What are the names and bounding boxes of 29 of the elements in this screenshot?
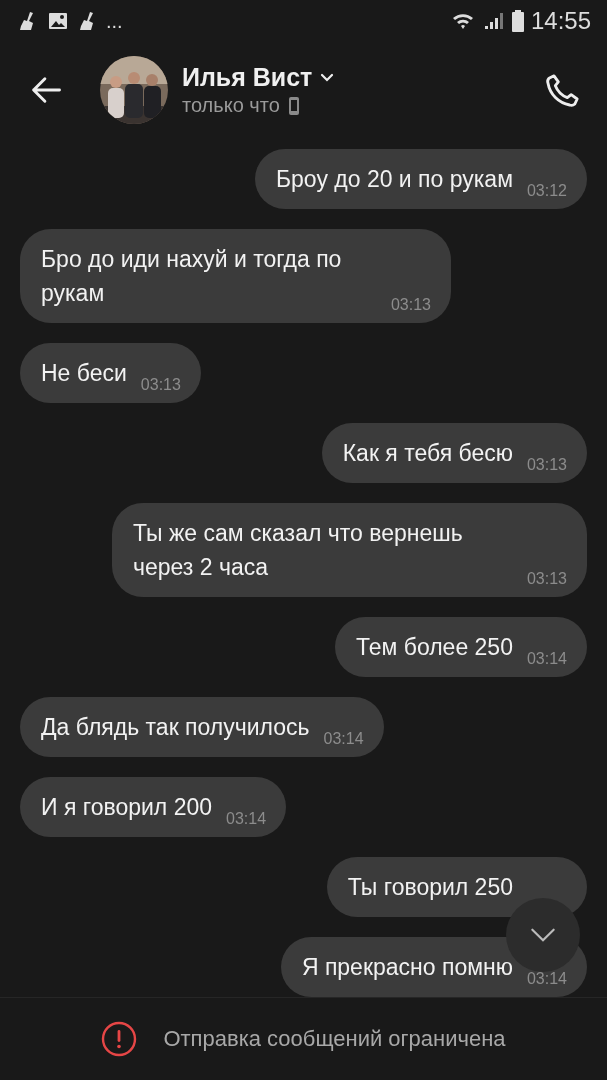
message-time: 03:13 (526, 456, 567, 474)
message-text: Тем более 250 (355, 633, 513, 662)
contact-name[interactable]: Илья Вист (182, 63, 313, 92)
restriction-notice: Отправка сообщений ограничена (163, 1026, 506, 1052)
message-time: 03:13 (140, 376, 181, 394)
phone-device-icon (287, 95, 300, 116)
message-time: 03:13 (526, 570, 567, 588)
message-time: 03:14 (226, 810, 267, 828)
message-text: Ты говорил 250 (347, 873, 513, 902)
status-time: 14:55 (530, 7, 591, 35)
message-text: Я прекрасно помню (301, 953, 513, 982)
chevron-down-icon (529, 927, 557, 943)
message-time: 03:12 (526, 182, 567, 200)
message-text: Ты же сам сказал что вернешь через 2 часа (133, 519, 464, 582)
message-text: И я говорил 200 (41, 793, 213, 822)
message-time: 03:14 (526, 650, 567, 668)
message-text: Как я тебя бесю (342, 439, 513, 468)
warning-icon (101, 1021, 138, 1057)
message-text: Не беси (41, 359, 127, 388)
message-text: Броу до 20 и по рукам (276, 165, 513, 194)
more-notifications: ... (106, 9, 123, 33)
message-time: 03:13 (390, 296, 431, 314)
message-time: 03:14 (323, 730, 364, 748)
message-time: 03:14 (526, 970, 567, 988)
battery-icon (510, 9, 525, 33)
chevron-down-icon[interactable] (320, 72, 335, 83)
message-text: Да блядь так получилось (41, 713, 310, 742)
message-text: Бро до иди нахуй и тогда по рукам (41, 245, 343, 308)
last-seen: только что (182, 94, 280, 117)
